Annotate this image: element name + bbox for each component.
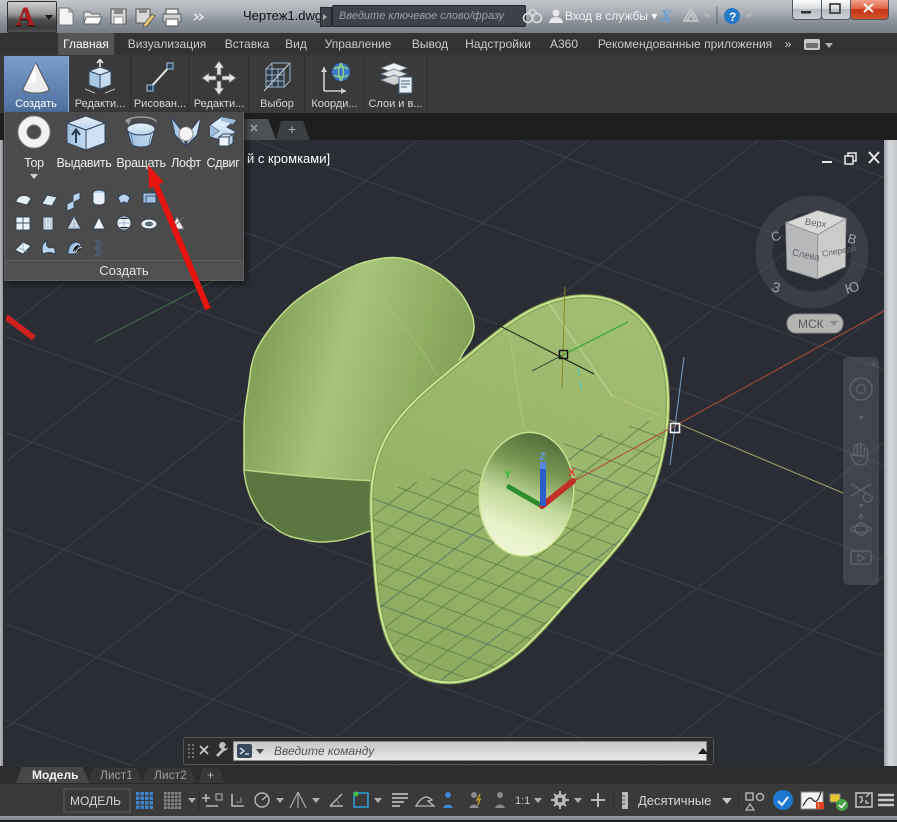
svg-text:Модель: Модель [32, 768, 78, 782]
svg-text:Y: Y [504, 469, 512, 481]
svg-text:Лист2: Лист2 [154, 768, 187, 782]
svg-text:+: + [288, 121, 296, 137]
svg-text:+: + [207, 768, 214, 782]
svg-text:X: X [568, 467, 576, 479]
svg-text:й с кромками]: й с кромками] [247, 151, 330, 166]
svg-text:Выдавить: Выдавить [56, 156, 111, 170]
svg-text:!: ! [818, 804, 820, 811]
svg-text:?: ? [729, 10, 736, 24]
svg-text:МСК: МСК [798, 317, 824, 331]
svg-text:Z: Z [539, 451, 546, 463]
svg-text:Лист1: Лист1 [100, 768, 133, 782]
svg-text:Тор: Тор [24, 156, 44, 170]
svg-text:1:1: 1:1 [515, 795, 530, 807]
svg-text:МОДЕЛЬ: МОДЕЛЬ [70, 794, 121, 808]
svg-text:Десятичные: Десятичные [638, 793, 711, 808]
svg-text:X: X [660, 6, 673, 26]
